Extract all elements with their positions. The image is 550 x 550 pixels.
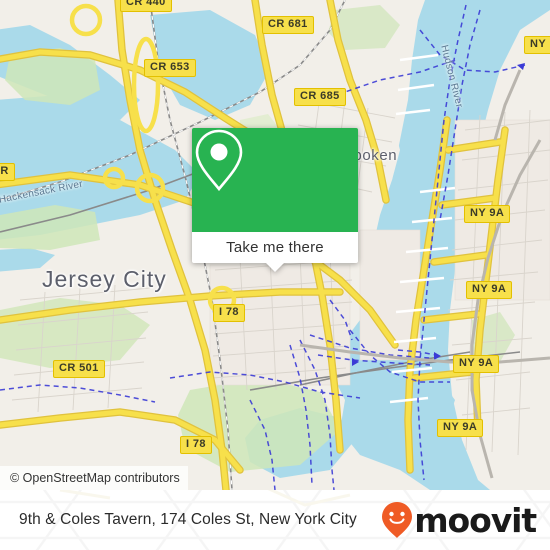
shield-cr-653: CR 653 (144, 59, 196, 77)
shield-ny-9a-1: NY 9A (464, 205, 511, 223)
moovit-pin-icon (382, 502, 413, 538)
moovit-logo[interactable]: moovit (381, 500, 537, 540)
shield-ny-9a-2: NY 9A (466, 281, 513, 299)
osm-attribution[interactable]: © OpenStreetMap contributors (0, 466, 188, 490)
map-canvas[interactable]: CR 440 CR 653 CR 681 CR 685 CR NY NY 9A … (0, 0, 550, 490)
shield-i-78-1: I 78 (213, 304, 245, 322)
take-me-there-label: Take me there (226, 239, 324, 256)
moovit-wordmark: moovit (414, 500, 537, 540)
shield-cr-501: CR 501 (53, 360, 105, 378)
shield-ny-partial: NY (524, 36, 550, 54)
footer-bar: 9th & Coles Tavern, 174 Coles St, New Yo… (0, 490, 550, 550)
location-title: 9th & Coles Tavern, 174 Coles St, New Yo… (19, 511, 357, 528)
place-label-jersey-city: Jersey City (42, 266, 167, 292)
take-me-there-button[interactable]: Take me there (192, 232, 358, 263)
shield-cr-681: CR 681 (262, 16, 314, 34)
shield-cr-685: CR 685 (294, 88, 346, 106)
shield-ny-9a-3: NY 9A (453, 355, 500, 373)
shield-ny-9a-4: NY 9A (437, 419, 484, 437)
osm-attribution-label: © OpenStreetMap contributors (10, 471, 180, 485)
poi-callout-card[interactable]: Take me there (192, 128, 358, 272)
shield-cr-440: CR 440 (120, 0, 172, 12)
poi-card-pointer (265, 262, 285, 272)
moovit-map-screenshot: CR 440 CR 653 CR 681 CR 685 CR NY NY 9A … (0, 0, 550, 550)
poi-card-header (192, 128, 358, 232)
map-pin-icon (195, 129, 243, 192)
shield-cr-partial: CR (0, 163, 15, 181)
shield-i-78-2: I 78 (180, 436, 212, 454)
